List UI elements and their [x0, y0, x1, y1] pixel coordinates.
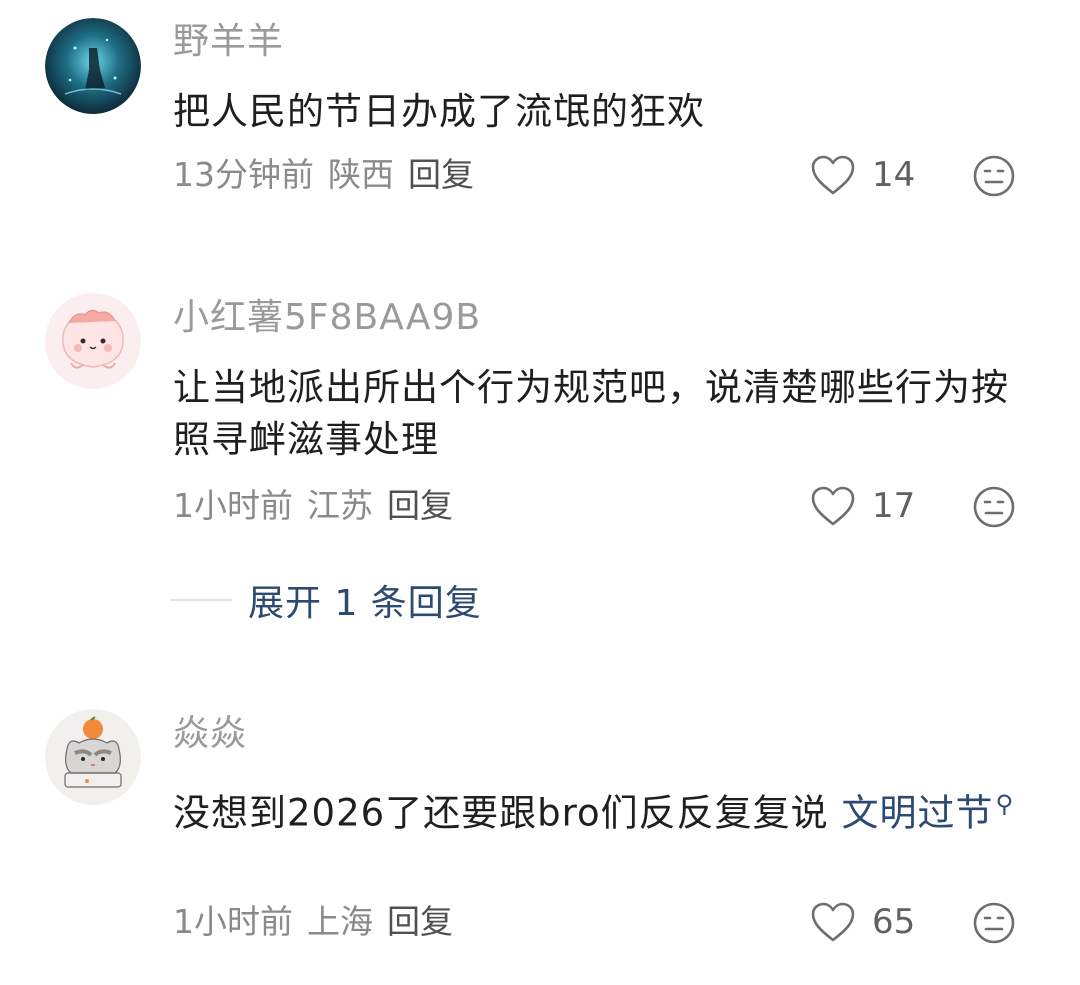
- comment-meta: 1小时前 上海 回复: [173, 902, 467, 942]
- comment-meta: 13分钟前 陕西 回复: [173, 155, 488, 195]
- like-count: 14: [872, 155, 916, 195]
- user-avatar[interactable]: [45, 293, 141, 389]
- reply-button[interactable]: 回复: [387, 486, 453, 525]
- user-avatar[interactable]: [45, 709, 141, 805]
- neutral-face-icon: [973, 486, 1015, 528]
- reply-button[interactable]: 回复: [408, 155, 474, 194]
- expand-replies-label[interactable]: 展开 1 条回复: [248, 574, 482, 626]
- like-count: 17: [872, 486, 916, 526]
- user-avatar[interactable]: [45, 18, 141, 114]
- comment-location: 上海: [307, 902, 373, 941]
- comment-body: 没想到2026了还要跟bro们反反复复说: [173, 791, 842, 835]
- neutral-face-icon: [973, 155, 1015, 197]
- heart-outline-icon: [811, 902, 855, 942]
- expand-replies-button[interactable]: 展开 1 条回复: [170, 578, 482, 624]
- comment-time: 13分钟前: [173, 155, 314, 194]
- comment-time: 1小时前: [173, 902, 293, 941]
- dislike-button[interactable]: [972, 154, 1016, 198]
- comment-meta: 1小时前 江苏 回复: [173, 486, 467, 526]
- heart-outline-icon: [811, 486, 855, 526]
- dislike-button[interactable]: [972, 485, 1016, 529]
- search-icon[interactable]: ⚲: [995, 790, 1014, 818]
- comment-location: 江苏: [307, 486, 373, 525]
- like-button[interactable]: 14: [810, 153, 915, 197]
- reply-button[interactable]: 回复: [387, 902, 453, 941]
- like-count: 65: [872, 902, 916, 942]
- expand-divider: [170, 599, 232, 601]
- comment-location: 陕西: [328, 155, 394, 194]
- heart-outline-icon: [811, 155, 855, 195]
- username[interactable]: 焱焱: [173, 712, 247, 756]
- neutral-face-icon: [973, 902, 1015, 944]
- topic-link[interactable]: 文明过节: [841, 791, 993, 834]
- dislike-button[interactable]: [972, 901, 1016, 945]
- comment-time: 1小时前: [173, 486, 293, 525]
- comment-text: 把人民的节日办成了流氓的狂欢: [173, 90, 705, 133]
- comment-text: 让当地派出所出个行为规范吧，说清楚哪些行为按照寻衅滋事处理: [173, 366, 1009, 461]
- like-button[interactable]: 65: [810, 900, 915, 944]
- like-button[interactable]: 17: [810, 484, 915, 528]
- username[interactable]: 野羊羊: [173, 20, 284, 64]
- username[interactable]: 小红薯5F8BAA9B: [173, 296, 481, 340]
- comment-text: 没想到2026了还要跟bro们反反复复说 文明过节⚲: [173, 778, 1023, 839]
